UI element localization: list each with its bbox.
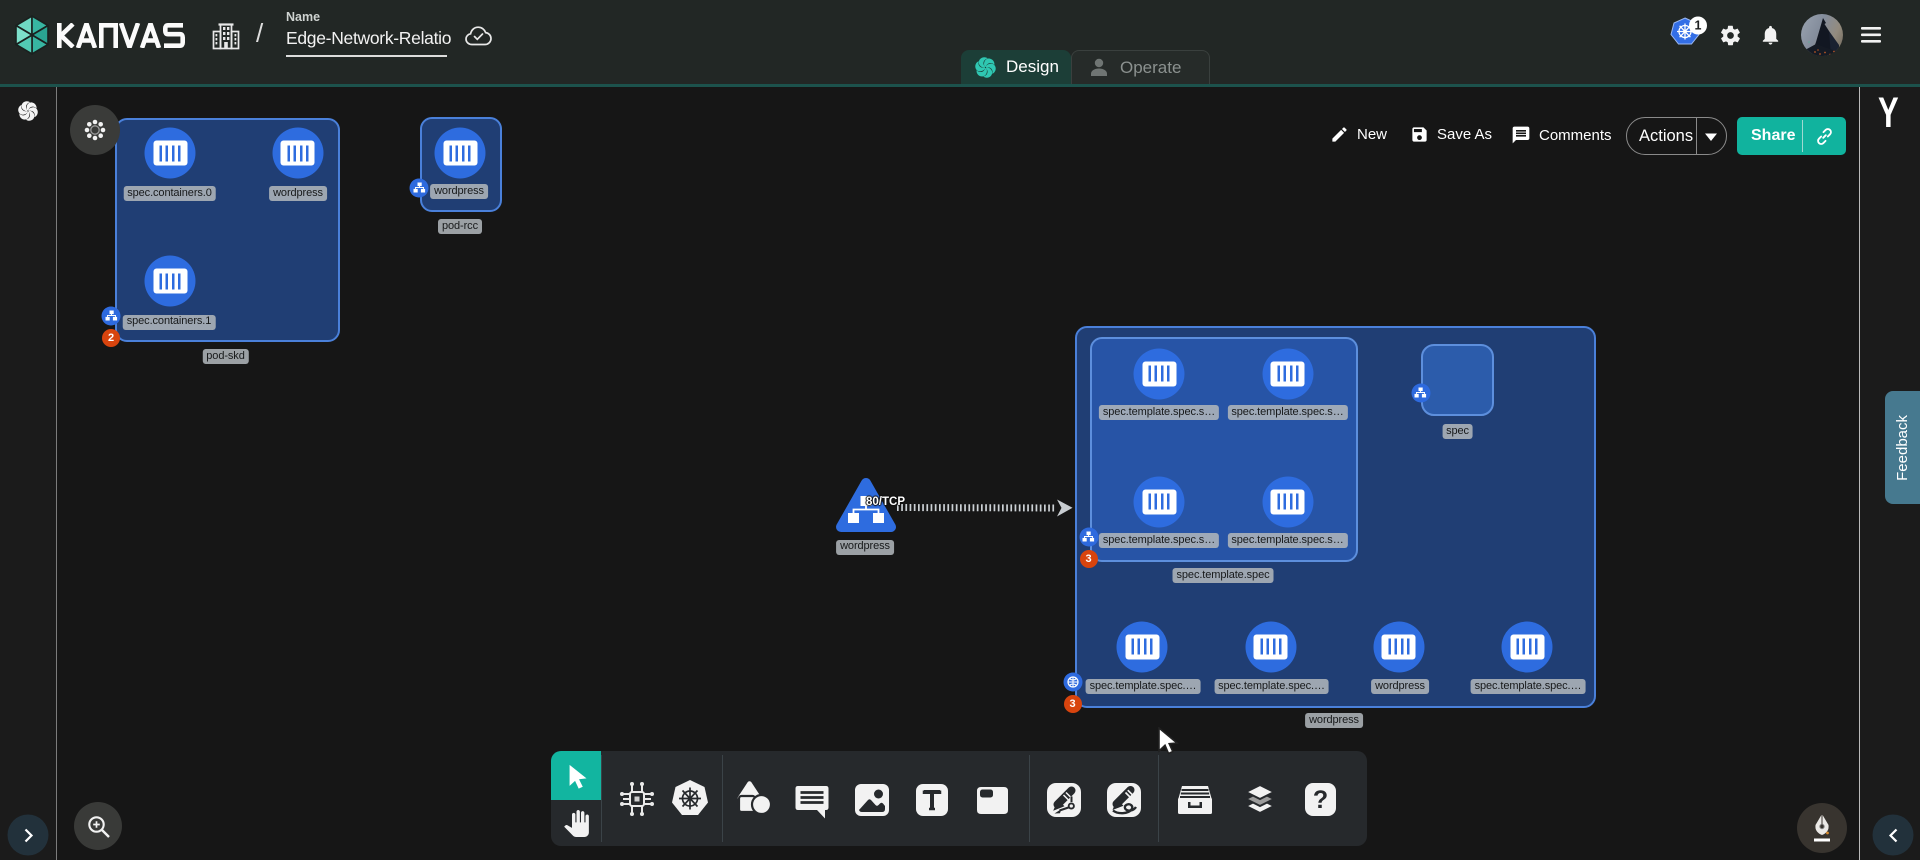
- svg-text:1: 1: [1695, 19, 1702, 33]
- svg-text:?: ?: [1313, 786, 1328, 814]
